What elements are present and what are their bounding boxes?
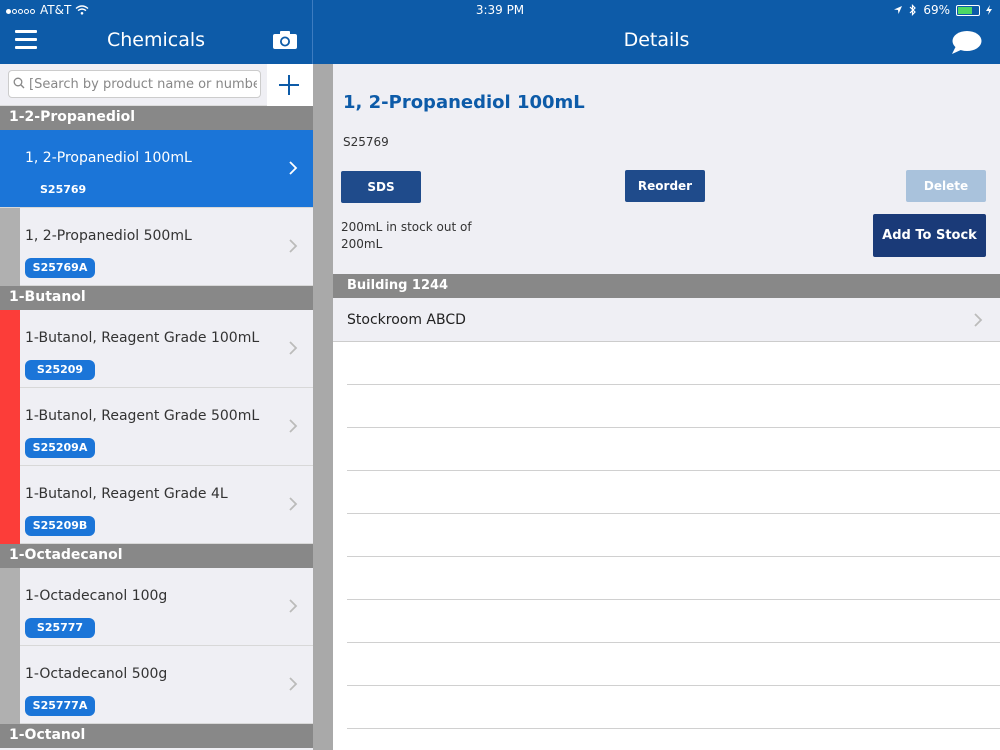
item-code-badge: S25209B <box>25 516 95 536</box>
item-code-badge: S25777A <box>25 696 95 716</box>
item-name: 1-Octadecanol 100g <box>25 588 168 604</box>
hazard-flag <box>0 646 20 724</box>
status-bar: AT&T 3:39 PM 69% <box>0 0 1000 20</box>
pane-separator <box>313 64 333 750</box>
product-code: S25769 <box>343 135 389 149</box>
add-to-stock-button[interactable]: Add To Stock <box>873 214 986 257</box>
item-name: 1, 2-Propanediol 100mL <box>25 150 192 166</box>
list-item[interactable]: 1, 2-Propanediol 100mL S25769 <box>0 130 313 208</box>
chevron-right-icon <box>289 677 298 691</box>
add-chemical-button[interactable] <box>267 64 313 106</box>
hazard-flag <box>0 208 20 286</box>
item-name: 1-Butanol, Reagent Grade 100mL <box>25 330 260 346</box>
search-input[interactable] <box>29 75 257 93</box>
item-name: 1-Butanol, Reagent Grade 4L <box>25 486 228 502</box>
top-bar: AT&T 3:39 PM 69% Chemicals Details <box>0 0 1000 64</box>
item-name: 1-Octadecanol 500g <box>25 666 168 682</box>
item-code-badge: S25777 <box>25 618 95 638</box>
delete-button[interactable]: Delete <box>906 170 986 202</box>
charging-bolt-icon <box>986 5 992 15</box>
building-header: Building 1244 <box>333 274 1000 298</box>
detail-summary: 1, 2-Propanediol 100mL S25769 SDS Reorde… <box>333 64 1000 274</box>
search-box[interactable] <box>8 70 261 98</box>
details-pane: 1, 2-Propanediol 100mL S25769 SDS Reorde… <box>333 64 1000 750</box>
battery-percent: 69% <box>923 3 950 17</box>
chevron-right-icon <box>289 161 298 175</box>
hazard-flag <box>0 310 20 388</box>
list-item[interactable]: 1-Butanol, Reagent Grade 100mL S25209 <box>0 310 313 388</box>
group-header: 1-Octadecanol <box>0 544 313 568</box>
chevron-right-icon <box>289 341 298 355</box>
details-title: Details <box>623 29 690 51</box>
camera-icon[interactable] <box>272 30 298 54</box>
chat-bubble-icon[interactable] <box>950 30 982 60</box>
chevron-right-icon <box>974 313 983 327</box>
item-code-badge: S25209 <box>25 360 95 380</box>
list-item[interactable]: 1-Butanol, Reagent Grade 4L S25209B <box>0 466 313 544</box>
chevron-right-icon <box>289 239 298 253</box>
chemicals-title: Chemicals <box>106 29 206 51</box>
chemical-list: 1-2-Propanediol 1, 2-Propanediol 100mL S… <box>0 106 313 748</box>
group-header: 1-Butanol <box>0 286 313 310</box>
item-name: 1, 2-Propanediol 500mL <box>25 228 192 244</box>
chemical-list-pane: 1-2-Propanediol 1, 2-Propanediol 100mL S… <box>0 64 313 750</box>
list-item[interactable]: 1, 2-Propanediol 500mL S25769A <box>0 208 313 286</box>
group-header: 1-Octanol <box>0 724 313 748</box>
item-code-badge: S25769A <box>25 258 95 278</box>
chevron-right-icon <box>289 599 298 613</box>
sds-button[interactable]: SDS <box>341 171 421 203</box>
location-arrow-icon <box>894 6 903 14</box>
item-name: 1-Butanol, Reagent Grade 500mL <box>25 408 260 424</box>
search-row <box>0 64 313 106</box>
hazard-flag <box>0 388 20 466</box>
list-item[interactable]: 1-Octadecanol 100g S25777 <box>0 568 313 646</box>
chevron-right-icon <box>289 497 298 511</box>
empty-table-rows <box>347 342 1000 729</box>
status-right: 69% <box>893 3 992 17</box>
stockroom-label: Stockroom ABCD <box>347 312 466 328</box>
stockroom-row[interactable]: Stockroom ABCD <box>333 298 1000 342</box>
item-code-badge: S25769 <box>40 183 87 196</box>
search-icon <box>13 77 25 89</box>
bluetooth-icon <box>909 4 917 16</box>
group-header: 1-2-Propanediol <box>0 106 313 130</box>
battery-icon <box>956 4 980 16</box>
chevron-right-icon <box>289 419 298 433</box>
status-time: 3:39 PM <box>475 3 525 17</box>
item-code-badge: S25209A <box>25 438 95 458</box>
product-title: 1, 2-Propanediol 100mL <box>343 92 585 113</box>
hazard-flag <box>0 568 20 646</box>
list-item[interactable]: 1-Butanol, Reagent Grade 500mL S25209A <box>0 388 313 466</box>
list-item[interactable]: 1-Octadecanol 500g S25777A <box>0 646 313 724</box>
stock-status: 200mL in stock out of 200mL <box>341 220 472 251</box>
reorder-button[interactable]: Reorder <box>625 170 705 202</box>
hazard-flag <box>0 466 20 544</box>
